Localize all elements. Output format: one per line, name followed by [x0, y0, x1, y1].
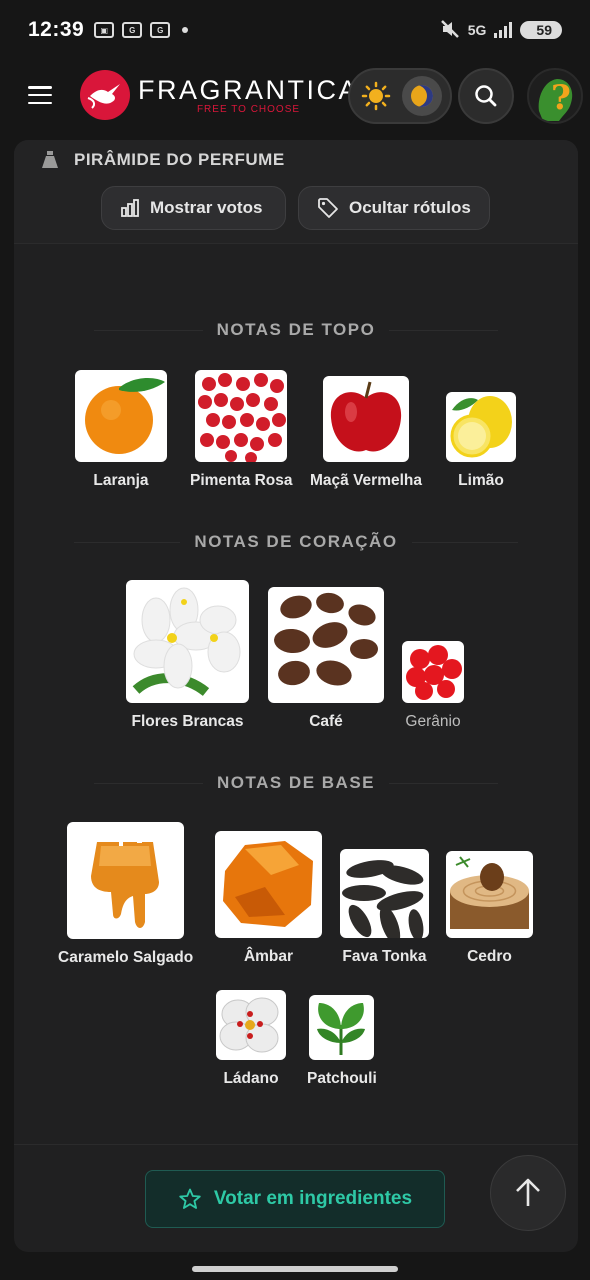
moon-icon[interactable] — [402, 76, 442, 116]
note-label: Patchouli — [307, 1070, 377, 1087]
amber-icon — [215, 831, 322, 938]
hide-labels-label: Ocultar rótulos — [349, 198, 471, 217]
top-notes-heading: NOTAS DE TOPO — [14, 320, 578, 340]
footer-divider — [14, 1144, 578, 1145]
note-label: Maçã Vermelha — [310, 472, 423, 489]
pink-pepper-icon — [195, 370, 288, 462]
pyramid-header: PIRÂMIDE DO PERFUME Mostrar votos Oculta… — [14, 140, 578, 244]
note-label: Flores Brancas — [131, 713, 244, 730]
logo-name: FRAGRANTICA — [138, 75, 360, 105]
note-salted-caramel[interactable]: Caramelo Salgado — [58, 822, 193, 967]
scroll-to-top-button[interactable] — [490, 1155, 566, 1231]
help-avatar[interactable]: ? — [527, 68, 583, 124]
home-indicator[interactable] — [192, 1266, 398, 1272]
note-label: Fava Tonka — [342, 948, 427, 965]
note-lemon[interactable]: Limão — [446, 392, 516, 490]
hide-labels-button[interactable]: Ocultar rótulos — [298, 186, 490, 230]
show-votes-label: Mostrar votos — [150, 198, 263, 217]
cedar-icon — [446, 851, 533, 938]
vote-ingredients-label: Votar em ingredientes — [213, 1188, 413, 1209]
fragrantica-logo[interactable]: FRAGRANTICA FREE TO CHOOSE — [80, 70, 359, 120]
note-pink-pepper[interactable]: Pimenta Rosa — [190, 370, 293, 490]
lemon-icon — [446, 392, 516, 462]
status-time: 12:39 — [28, 18, 85, 41]
search-button[interactable] — [458, 68, 514, 124]
svg-text:?: ? — [551, 78, 571, 118]
battery-level: 59 — [536, 22, 552, 38]
note-label: Caramelo Salgado — [58, 949, 194, 966]
star-icon — [179, 1188, 201, 1209]
flask-icon — [42, 151, 58, 168]
note-coffee[interactable]: Café — [268, 587, 384, 731]
g-icon: G — [150, 22, 171, 38]
note-label: Cedro — [467, 948, 512, 965]
search-icon — [475, 85, 497, 107]
tag-icon — [318, 198, 338, 218]
note-patchouli[interactable]: Patchouli — [307, 995, 377, 1088]
logo-tagline: FREE TO CHOOSE — [196, 104, 301, 115]
menu-icon[interactable] — [28, 86, 52, 104]
salted-caramel-icon — [67, 822, 185, 939]
note-label: Café — [309, 713, 343, 730]
note-labdanum[interactable]: Ládano — [216, 990, 286, 1088]
status-left-icons: ▣ G G — [94, 22, 189, 38]
mute-icon — [440, 19, 460, 41]
tonka-bean-icon — [340, 849, 429, 938]
arrow-up-icon — [516, 1178, 540, 1206]
red-apple-icon — [323, 376, 409, 462]
note-label: Âmbar — [243, 948, 294, 965]
note-cedar[interactable]: Cedro — [446, 851, 533, 966]
note-tonka-bean[interactable]: Fava Tonka — [340, 849, 429, 966]
base-notes-heading: NOTAS DE BASE — [14, 773, 578, 793]
note-label: Ládano — [223, 1070, 279, 1087]
note-label: Gerânio — [405, 713, 461, 730]
hummingbird-logo-icon — [80, 70, 130, 120]
perfume-pyramid-card: PIRÂMIDE DO PERFUME Mostrar votos Oculta… — [14, 140, 578, 1252]
pyramid-title: PIRÂMIDE DO PERFUME — [40, 150, 285, 170]
notification-dot-icon — [182, 27, 189, 33]
note-geranium[interactable]: Gerânio — [402, 641, 464, 731]
white-flowers-icon — [126, 580, 249, 703]
geranium-icon — [402, 641, 464, 703]
help-icon: ? — [538, 78, 573, 121]
status-right: 5G 59 — [440, 19, 562, 41]
labdanum-icon — [216, 990, 286, 1060]
patchouli-icon — [309, 995, 375, 1060]
status-bar: 12:39 ▣ G G 5G 59 — [0, 0, 590, 60]
note-label: Pimenta Rosa — [190, 472, 293, 489]
screenshot-icon: ▣ — [94, 22, 115, 38]
note-orange[interactable]: Laranja — [75, 370, 167, 490]
note-label: Limão — [458, 472, 504, 489]
signal-icon — [494, 22, 513, 38]
sun-icon[interactable] — [358, 78, 394, 114]
heart-notes-heading: NOTAS DE CORAÇÃO — [14, 532, 578, 552]
network-label: 5G — [467, 22, 487, 38]
note-white-flowers[interactable]: Flores Brancas — [126, 580, 249, 731]
battery-indicator: 59 — [520, 21, 562, 39]
vote-ingredients-button[interactable]: Votar em ingredientes — [145, 1170, 445, 1228]
orange-icon — [75, 370, 167, 462]
coffee-beans-icon — [268, 587, 384, 703]
note-label: Laranja — [93, 472, 149, 489]
app-header: FRAGRANTICA FREE TO CHOOSE ? — [0, 64, 590, 128]
pyramid-title-text: PIRÂMIDE DO PERFUME — [74, 150, 285, 169]
g-icon: G — [122, 22, 143, 38]
theme-toggle[interactable] — [348, 68, 452, 124]
note-red-apple[interactable]: Maçã Vermelha — [310, 376, 422, 490]
note-amber[interactable]: Âmbar — [215, 831, 322, 966]
bar-chart-icon — [121, 199, 139, 217]
show-votes-button[interactable]: Mostrar votos — [101, 186, 286, 230]
